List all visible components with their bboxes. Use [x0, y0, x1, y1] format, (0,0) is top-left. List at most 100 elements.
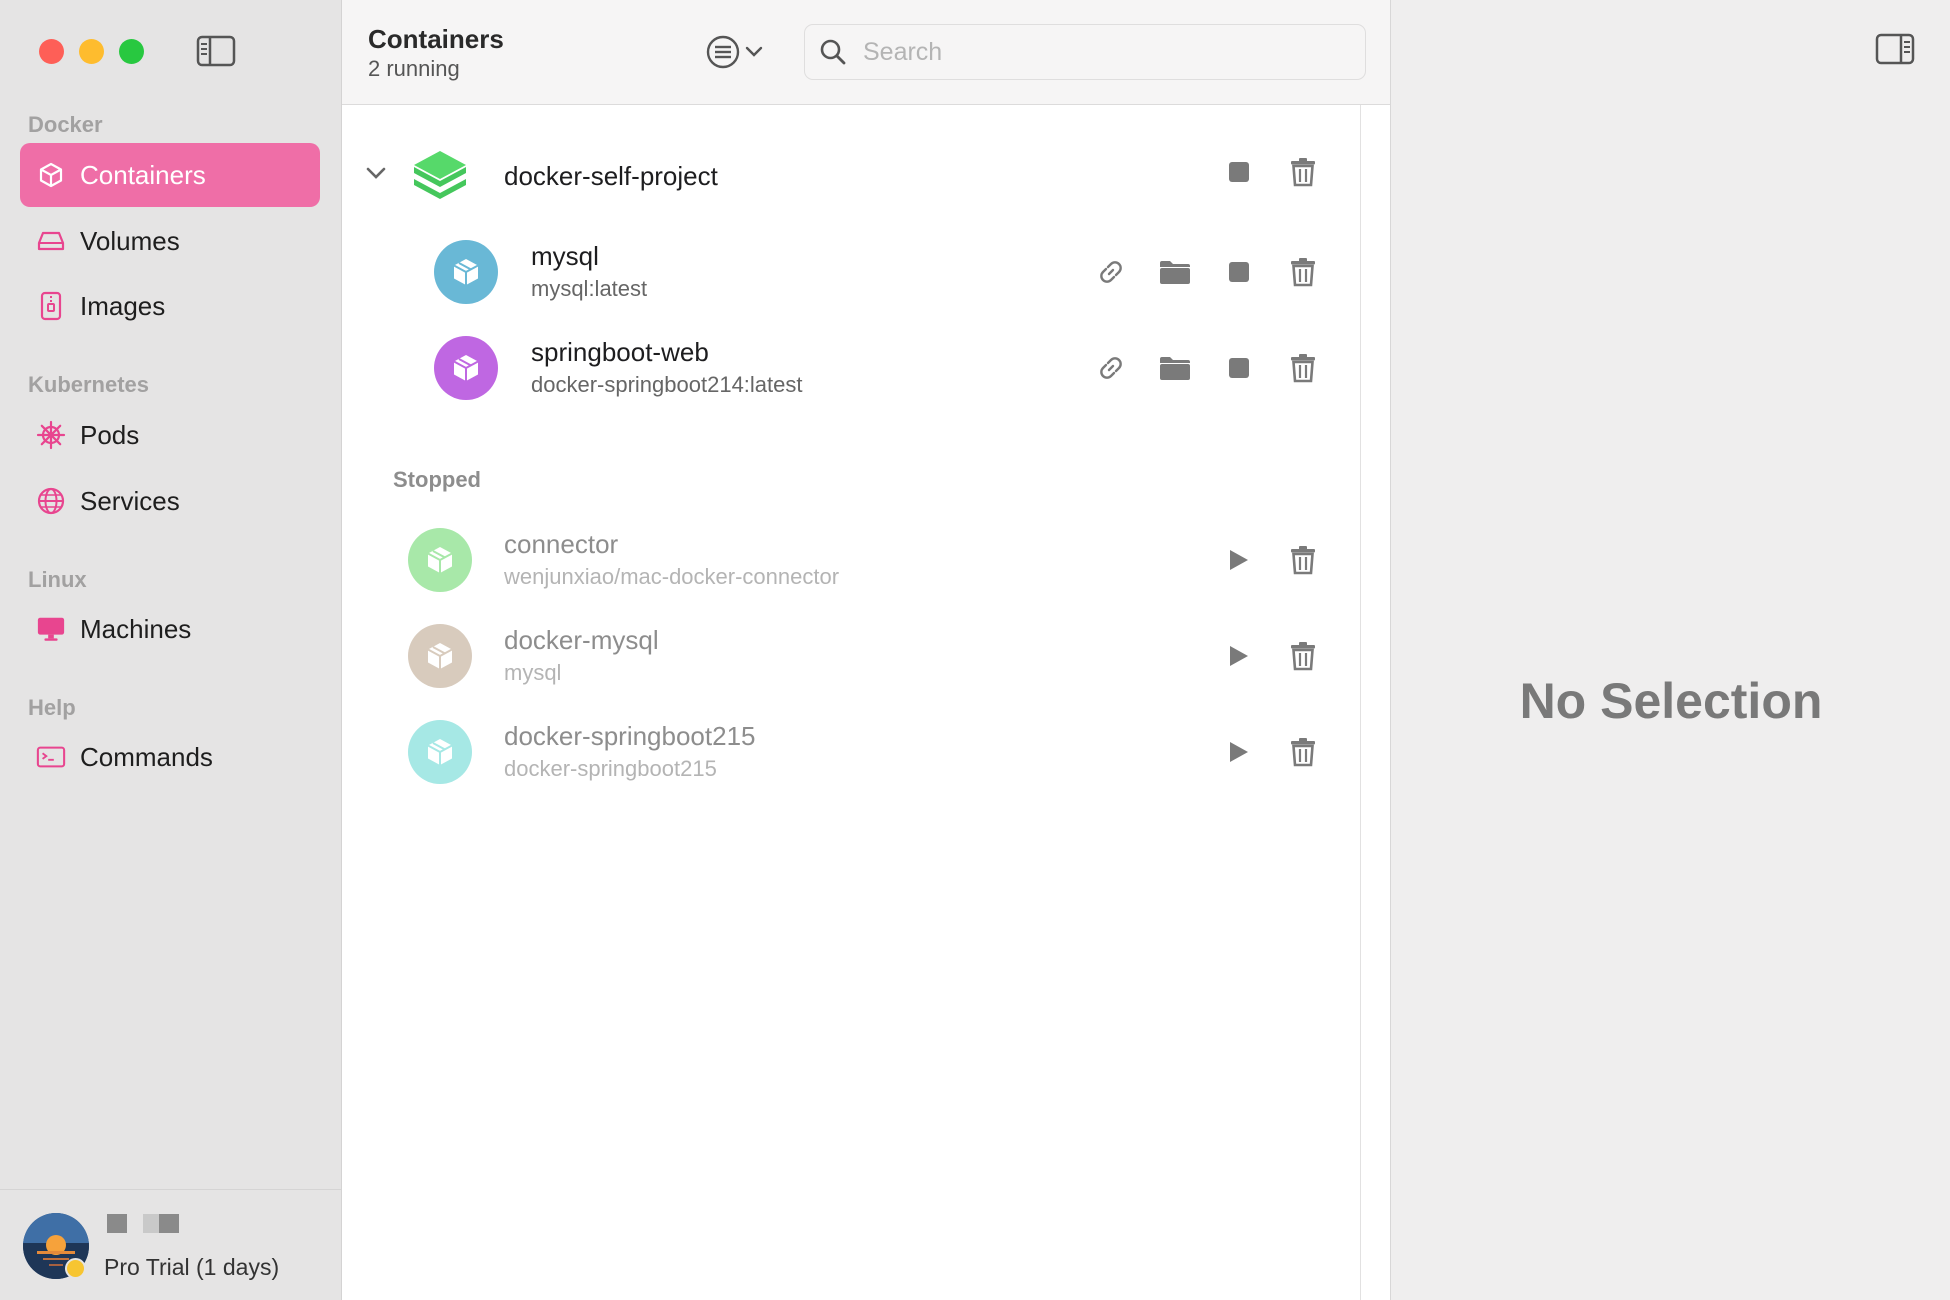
- sidebar-item-commands[interactable]: Commands: [20, 725, 320, 789]
- delete-button[interactable]: [1284, 733, 1322, 771]
- link-icon: [1100, 261, 1122, 283]
- container-icon: [408, 624, 472, 688]
- list-icon: [706, 35, 740, 69]
- sidebar-item-label: Machines: [80, 613, 192, 644]
- archive-icon: [36, 291, 66, 321]
- app-window: Docker Containers Volumes Images Kuberne…: [0, 0, 1950, 1300]
- status-indicator: [65, 1258, 86, 1279]
- container-row[interactable]: springboot-web docker-springboot214:late…: [342, 323, 1360, 413]
- sidebar-item-label: Commands: [80, 741, 213, 772]
- close-window-button[interactable]: [39, 39, 64, 64]
- container-row[interactable]: docker-springboot215 docker-springboot21…: [342, 707, 1360, 797]
- trash-icon: [1291, 158, 1315, 187]
- container-image: mysql: [504, 660, 562, 685]
- sidebar-item-label: Images: [80, 290, 166, 321]
- trash-icon: [1291, 354, 1315, 383]
- sidebar-toggle-icon[interactable]: [196, 34, 236, 68]
- start-button[interactable]: [1220, 541, 1258, 579]
- running-count: 2 running: [368, 56, 460, 81]
- list-filter-button[interactable]: [705, 32, 785, 72]
- cube-icon: [427, 547, 453, 573]
- sidebar-item-volumes[interactable]: Volumes: [20, 209, 320, 273]
- container-name: docker-mysql: [504, 625, 659, 655]
- toolbar: Containers 2 running: [342, 0, 1390, 105]
- open-files-button[interactable]: [1156, 349, 1194, 387]
- play-icon: [1230, 646, 1248, 666]
- open-files-button[interactable]: [1156, 253, 1194, 291]
- minimize-window-button[interactable]: [79, 39, 104, 64]
- container-row[interactable]: connector wenjunxiao/mac-docker-connecto…: [342, 515, 1360, 605]
- container-icon: [434, 240, 498, 304]
- stop-button[interactable]: [1220, 153, 1258, 191]
- search-input[interactable]: [861, 36, 1345, 68]
- plan-status: Pro Trial (1 days): [104, 1254, 280, 1280]
- container-name: mysql: [531, 241, 599, 271]
- containers-list: docker-self-project mysql mysql:latest s…: [342, 105, 1360, 1300]
- container-icon: [408, 528, 472, 592]
- section-help: Help: [28, 695, 76, 720]
- sidebar-item-services[interactable]: Services: [20, 469, 320, 533]
- start-button[interactable]: [1220, 733, 1258, 771]
- redacted-username: [107, 1214, 179, 1233]
- sidebar: Docker Containers Volumes Images Kuberne…: [0, 0, 342, 1300]
- search-field[interactable]: [804, 24, 1366, 80]
- stop-button[interactable]: [1220, 253, 1258, 291]
- container-name: springboot-web: [531, 337, 709, 367]
- link-icon: [1100, 357, 1122, 379]
- account-footer[interactable]: Pro Trial (1 days): [0, 1189, 341, 1300]
- cube-icon: [453, 259, 479, 285]
- play-icon: [1230, 742, 1248, 762]
- window-controls: [39, 39, 144, 64]
- helm-icon: [36, 420, 66, 450]
- sidebar-item-machines[interactable]: Machines: [20, 597, 320, 661]
- globe-icon: [36, 486, 66, 516]
- chevron-down-icon[interactable]: [364, 161, 388, 185]
- cube-icon: [36, 160, 66, 190]
- stop-icon: [1229, 162, 1249, 182]
- stack-layers-icon: [414, 151, 466, 199]
- delete-button[interactable]: [1284, 637, 1322, 675]
- start-button[interactable]: [1220, 637, 1258, 675]
- sidebar-item-pods[interactable]: Pods: [20, 403, 320, 467]
- container-image: wenjunxiao/mac-docker-connector: [504, 564, 840, 589]
- delete-button[interactable]: [1284, 153, 1322, 191]
- sidebar-item-label: Containers: [80, 159, 206, 190]
- container-icon: [408, 720, 472, 784]
- container-row[interactable]: mysql mysql:latest: [342, 227, 1360, 317]
- stop-icon: [1229, 262, 1249, 282]
- trash-icon: [1291, 258, 1315, 287]
- terminal-icon: [36, 742, 66, 772]
- folder-icon: [1160, 261, 1190, 284]
- inspector-toggle-icon[interactable]: [1875, 32, 1915, 68]
- sidebar-item-label: Pods: [80, 419, 140, 450]
- delete-button[interactable]: [1284, 349, 1322, 387]
- delete-button[interactable]: [1284, 253, 1322, 291]
- open-port-link-button[interactable]: [1092, 253, 1130, 291]
- scrollbar[interactable]: [1360, 105, 1390, 1300]
- compose-group-row[interactable]: docker-self-project: [342, 139, 1360, 209]
- sidebar-item-images[interactable]: Images: [20, 274, 320, 338]
- section-kubernetes: Kubernetes: [28, 372, 150, 397]
- folder-icon: [1160, 357, 1190, 380]
- desktop-icon: [36, 614, 66, 644]
- stop-button[interactable]: [1220, 349, 1258, 387]
- trash-icon: [1291, 642, 1315, 671]
- container-row[interactable]: docker-mysql mysql: [342, 611, 1360, 701]
- section-docker: Docker: [28, 112, 103, 137]
- zoom-window-button[interactable]: [119, 39, 144, 64]
- container-image: docker-springboot214:latest: [531, 372, 803, 397]
- stop-icon: [1229, 358, 1249, 378]
- chevron-down-icon: [745, 46, 763, 57]
- sidebar-item-containers[interactable]: Containers: [20, 143, 320, 207]
- container-image: mysql:latest: [531, 276, 648, 301]
- delete-button[interactable]: [1284, 541, 1322, 579]
- group-name: docker-self-project: [504, 161, 718, 191]
- section-linux: Linux: [28, 567, 87, 592]
- container-name: connector: [504, 529, 619, 559]
- trash-icon: [1291, 738, 1315, 767]
- section-stopped: Stopped: [393, 467, 481, 492]
- container-name: docker-springboot215: [504, 721, 756, 751]
- page-title: Containers: [368, 24, 504, 54]
- open-port-link-button[interactable]: [1092, 349, 1130, 387]
- sidebar-item-label: Services: [80, 485, 180, 516]
